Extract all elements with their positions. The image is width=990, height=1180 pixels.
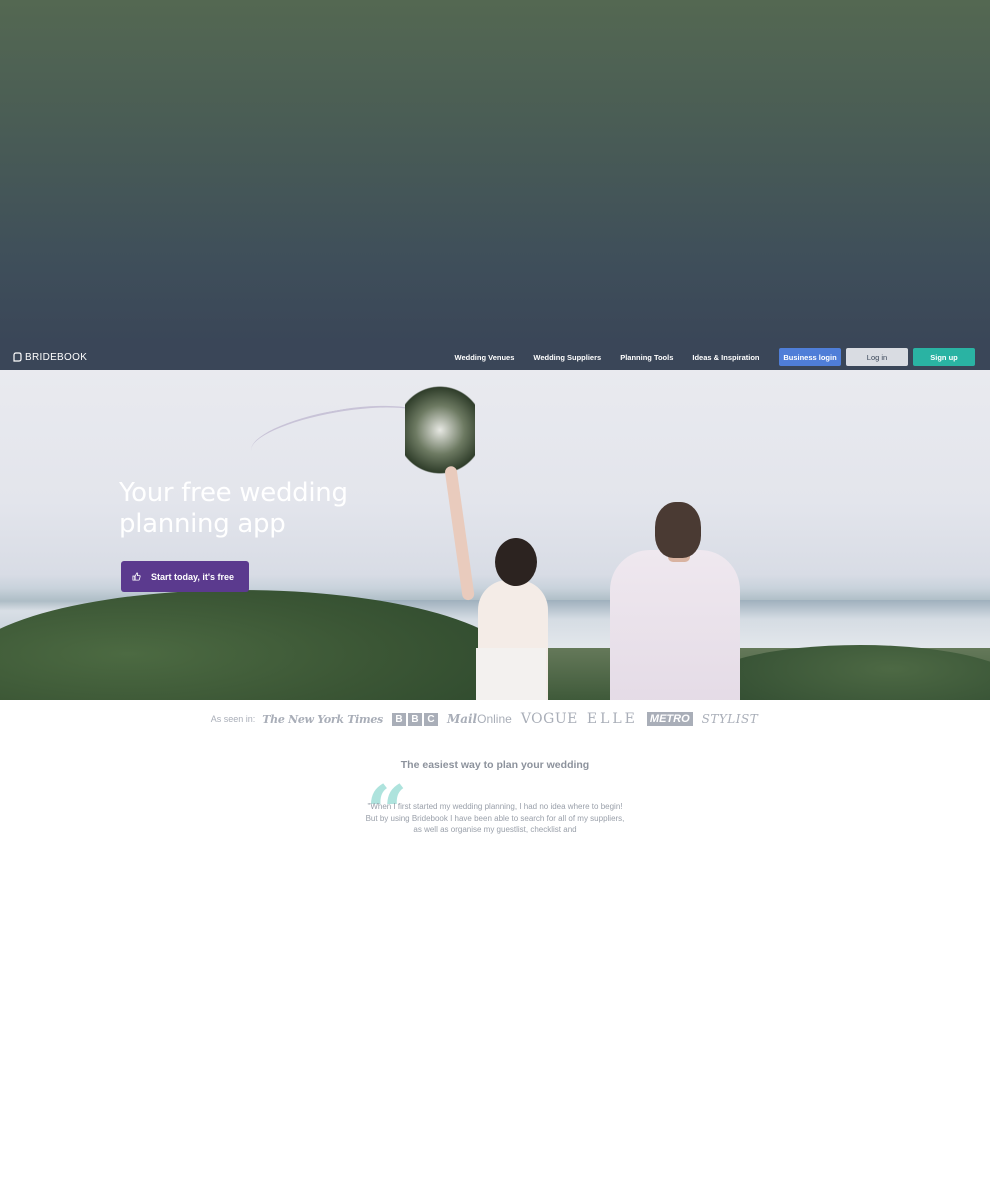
hero-title-line-1: Your free wedding — [119, 478, 348, 508]
start-today-button[interactable]: Start today, it's free — [121, 561, 249, 592]
testimonial-heading: The easiest way to plan your wedding — [400, 759, 590, 771]
vogue-logo: VOGUE — [520, 711, 578, 727]
hero-title-line-2: planning app — [119, 509, 286, 539]
start-today-label: Start today, it's free — [151, 571, 234, 582]
bbc-logo-letter: B — [407, 712, 422, 726]
thumbs-up-icon — [132, 572, 141, 581]
top-gradient-band — [0, 0, 990, 344]
business-login-button[interactable]: Business login — [779, 348, 841, 366]
mailonline-logo-bold: Mail — [446, 712, 478, 726]
bridebook-logo[interactable]: BRIDEBOOK — [13, 352, 87, 363]
auth-buttons: Business login Log in Sign up — [779, 348, 975, 366]
nyt-logo: The New York Times — [262, 712, 383, 726]
stylist-logo: STYLIST — [701, 712, 759, 726]
nav-planning-tools[interactable]: Planning Tools — [611, 353, 683, 362]
hero-groom-head — [655, 502, 701, 558]
hero-bride-arm — [444, 465, 475, 601]
bbc-logo: B B C — [391, 712, 438, 726]
bridebook-logo-icon — [13, 352, 22, 362]
nav-wedding-suppliers[interactable]: Wedding Suppliers — [524, 353, 611, 362]
log-in-button[interactable]: Log in — [846, 348, 908, 366]
nav-wedding-venues[interactable]: Wedding Venues — [445, 353, 524, 362]
bbc-logo-letter: C — [423, 712, 438, 726]
hero-title: Your free wedding planning app — [119, 478, 419, 540]
nav-ideas-inspiration[interactable]: Ideas & Inspiration — [683, 353, 769, 362]
testimonial-quote: "When I first started my wedding plannin… — [365, 802, 625, 835]
mailonline-logo-rest: Online — [477, 712, 512, 726]
logo-text: BRIDEBOOK — [25, 351, 88, 363]
elle-logo: ELLE — [586, 711, 638, 727]
hero-hill-right — [700, 645, 990, 700]
metro-logo: METRO — [646, 712, 693, 726]
hero-bouquet — [405, 380, 475, 480]
bbc-logo-letter: B — [391, 712, 406, 726]
sign-up-button[interactable]: Sign up — [913, 348, 975, 366]
press-strip: As seen in: The New York Times B B C Mai… — [0, 708, 990, 730]
hero-groom — [610, 550, 740, 700]
main-nav: Wedding Venues Wedding Suppliers Plannin… — [445, 353, 769, 362]
mailonline-logo: MailOnline — [447, 712, 512, 726]
navbar: BRIDEBOOK Wedding Venues Wedding Supplie… — [0, 344, 990, 370]
press-label: As seen in: — [210, 714, 256, 724]
hero-bride-head — [495, 538, 537, 586]
hero-section: Your free wedding planning app Start tod… — [0, 370, 990, 700]
hero-bride-dress — [476, 648, 546, 700]
